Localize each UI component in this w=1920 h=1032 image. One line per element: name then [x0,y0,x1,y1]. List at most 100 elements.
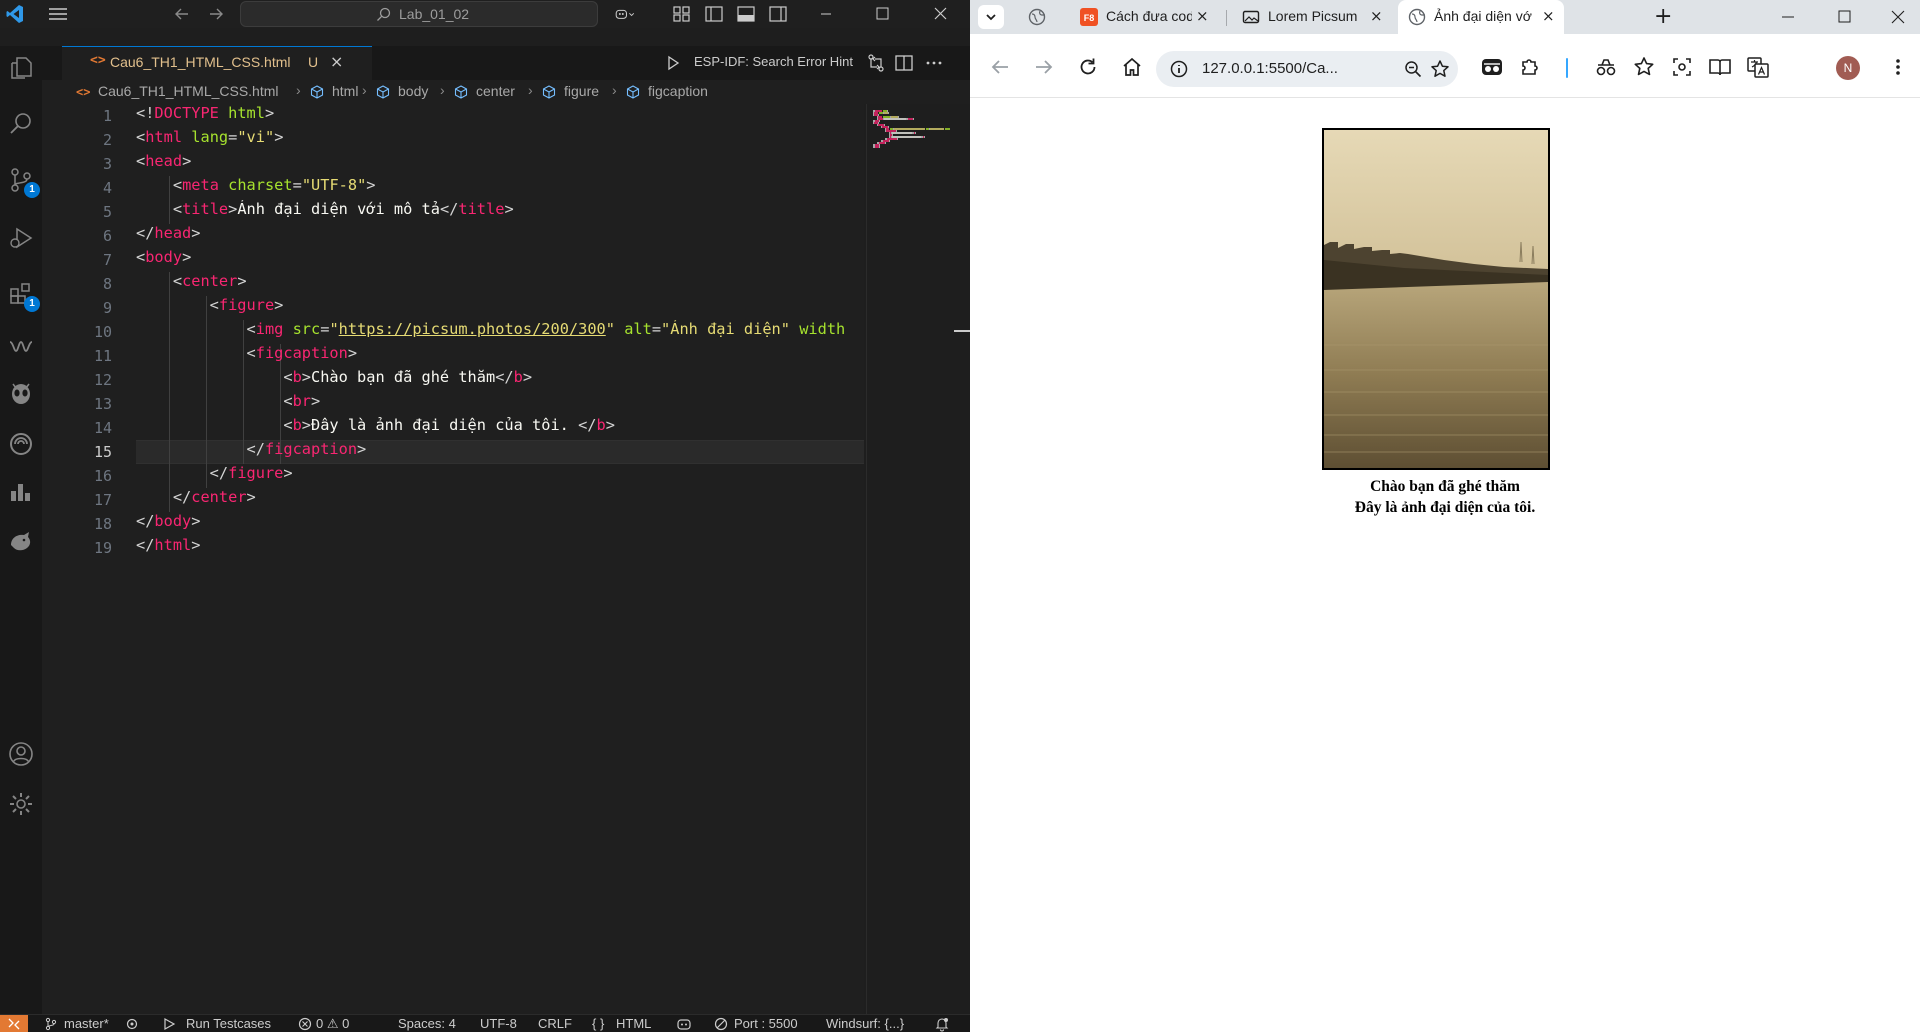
toggle-panel-icon[interactable] [735,4,757,24]
code-line[interactable]: </figcaption> [136,440,864,464]
incognito-extension-icon[interactable] [1480,55,1504,79]
more-actions-icon[interactable] [924,53,944,73]
search-view-button[interactable] [0,102,42,146]
code-line[interactable]: <!DOCTYPE html> [136,104,864,128]
back-arrow-icon[interactable] [988,55,1012,79]
maximize-icon[interactable] [870,4,894,24]
code-line[interactable]: </html> [136,536,864,560]
copilot-status-icon[interactable] [676,1017,692,1031]
menu-icon[interactable] [46,4,70,24]
explorer-button[interactable] [0,46,42,90]
indentation[interactable]: Spaces: 4 [398,1016,456,1031]
windsurf-status[interactable]: Windsurf: {...} [826,1016,904,1031]
run-debug-button[interactable] [0,216,42,260]
manage-button[interactable] [0,782,42,826]
code-line[interactable]: <img src="https://picsum.photos/200/300"… [136,320,864,344]
encoding[interactable]: UTF-8 [480,1016,517,1031]
code-line[interactable]: <center> [136,272,864,296]
command-center-search[interactable]: Lab_01_02 [240,1,598,27]
split-editor-icon[interactable] [894,53,914,73]
extensions-puzzle-icon[interactable] [1518,55,1542,79]
code-line[interactable]: <head> [136,152,864,176]
forward-arrow-icon[interactable] [1032,55,1056,79]
problems-count[interactable]: 0 ⚠ 0 [316,1016,349,1032]
sync-icon[interactable] [124,1017,140,1031]
browser-tab-active[interactable]: Ảnh đại diện vớ × [1398,0,1564,34]
tab-close-icon[interactable]: × [1196,7,1209,25]
toggle-primary-sidebar-icon[interactable] [703,4,725,24]
browser-tab[interactable]: Lorem Picsum × [1232,0,1392,34]
reload-icon[interactable] [1076,55,1100,79]
code-line[interactable]: <figure> [136,296,864,320]
profile-avatar[interactable]: N [1836,56,1860,80]
code-line[interactable]: <title>Ảnh đại diện với mô tả</title> [136,200,864,224]
maximize-icon[interactable] [1832,6,1856,28]
minimap[interactable] [866,104,970,1014]
address-bar[interactable]: 127.0.0.1:5500/Ca... [1156,51,1458,87]
tab-close-icon[interactable]: × [1370,7,1383,25]
browser-tab[interactable]: F8 Cách đưa code × [1070,0,1216,34]
bookmark-star-icon[interactable] [1430,59,1450,79]
breadcrumb-item[interactable]: figcaption [648,83,708,99]
remote-indicator[interactable] [0,1015,28,1032]
breadcrumb-item[interactable]: center [476,83,515,99]
browser-tab-globe[interactable] [1026,0,1054,34]
breadcrumb-file[interactable]: Cau6_TH1_HTML_CSS.html [98,83,279,99]
extensions-button[interactable]: 1 [0,272,42,316]
run-testcases[interactable]: Run Testcases [186,1016,271,1031]
favorites-star-icon[interactable] [1632,55,1656,79]
code-line[interactable]: <b>Đây là ảnh đại diện của tôi. </b> [136,416,864,440]
performance-icon[interactable] [1594,55,1618,79]
breadcrumb-item[interactable]: figure [564,83,599,99]
code-line[interactable]: </body> [136,512,864,536]
tab-close-icon[interactable]: × [330,52,343,71]
code-line[interactable]: <html lang="vi"> [136,128,864,152]
git-branch[interactable]: master* [64,1016,109,1031]
end-of-line[interactable]: CRLF [538,1016,572,1031]
tab-search-button[interactable] [978,5,1004,29]
minimize-icon[interactable] [814,4,838,24]
breadcrumb-item[interactable]: body [398,83,428,99]
esp-idf-button[interactable] [0,422,42,466]
code-line[interactable]: <b>Chào bạn đã ghé thăm</b> [136,368,864,392]
charts-button[interactable] [0,470,42,514]
go-back-icon[interactable] [172,4,192,24]
code-line[interactable]: <br> [136,392,864,416]
toggle-secondary-sidebar-icon[interactable] [767,4,789,24]
remote-explorer-button[interactable] [0,372,42,416]
compare-changes-icon[interactable] [866,53,886,73]
minimize-icon[interactable] [1776,6,1800,28]
close-window-icon[interactable] [928,4,952,24]
code-line[interactable]: <body> [136,248,864,272]
go-forward-icon[interactable] [206,4,226,24]
home-icon[interactable] [1120,55,1144,79]
reading-mode-icon[interactable] [1708,55,1732,79]
run-file-icon[interactable] [664,54,682,72]
language-mode[interactable]: HTML [616,1016,651,1031]
code-editor[interactable]: 1 2 3 4 5 6 7 8 9 10 11 12 13 14 15 16 17 18 19 <!DOCTYPE … [42,104,864,1014]
new-tab-button[interactable]: + [1654,4,1672,29]
code-line[interactable]: <meta charset="UTF-8"> [136,176,864,200]
customize-layout-icon[interactable] [671,4,693,24]
url-text[interactable]: 127.0.0.1:5500/Ca... [1202,60,1338,77]
copilot-icon[interactable] [614,4,636,24]
esp-idf-search-error-hint[interactable]: ESP-IDF: Search Error Hint [694,54,853,69]
code-line[interactable]: </head> [136,224,864,248]
close-window-icon[interactable] [1886,6,1910,28]
tab-close-icon[interactable]: × [1542,7,1555,25]
code-line[interactable]: <figcaption> [136,344,864,368]
accounts-button[interactable] [0,732,42,776]
translate-icon[interactable] [1746,55,1770,79]
zoom-out-icon[interactable] [1404,60,1422,78]
breadcrumb-item[interactable]: html [332,83,358,99]
more-menu-icon[interactable] [1890,55,1906,79]
screenshot-icon[interactable] [1670,55,1694,79]
windsurf-button[interactable] [0,324,42,368]
live-server-port[interactable]: Port : 5500 [734,1016,798,1031]
notifications-bell-icon[interactable] [934,1016,950,1032]
code-line[interactable]: </center> [136,488,864,512]
editor-tab[interactable]: <> Cau6_TH1_HTML_CSS.html U × [62,46,372,80]
code-line[interactable]: </figure> [136,464,864,488]
source-control-button[interactable]: 1 [0,158,42,202]
docker-button[interactable] [0,520,42,564]
